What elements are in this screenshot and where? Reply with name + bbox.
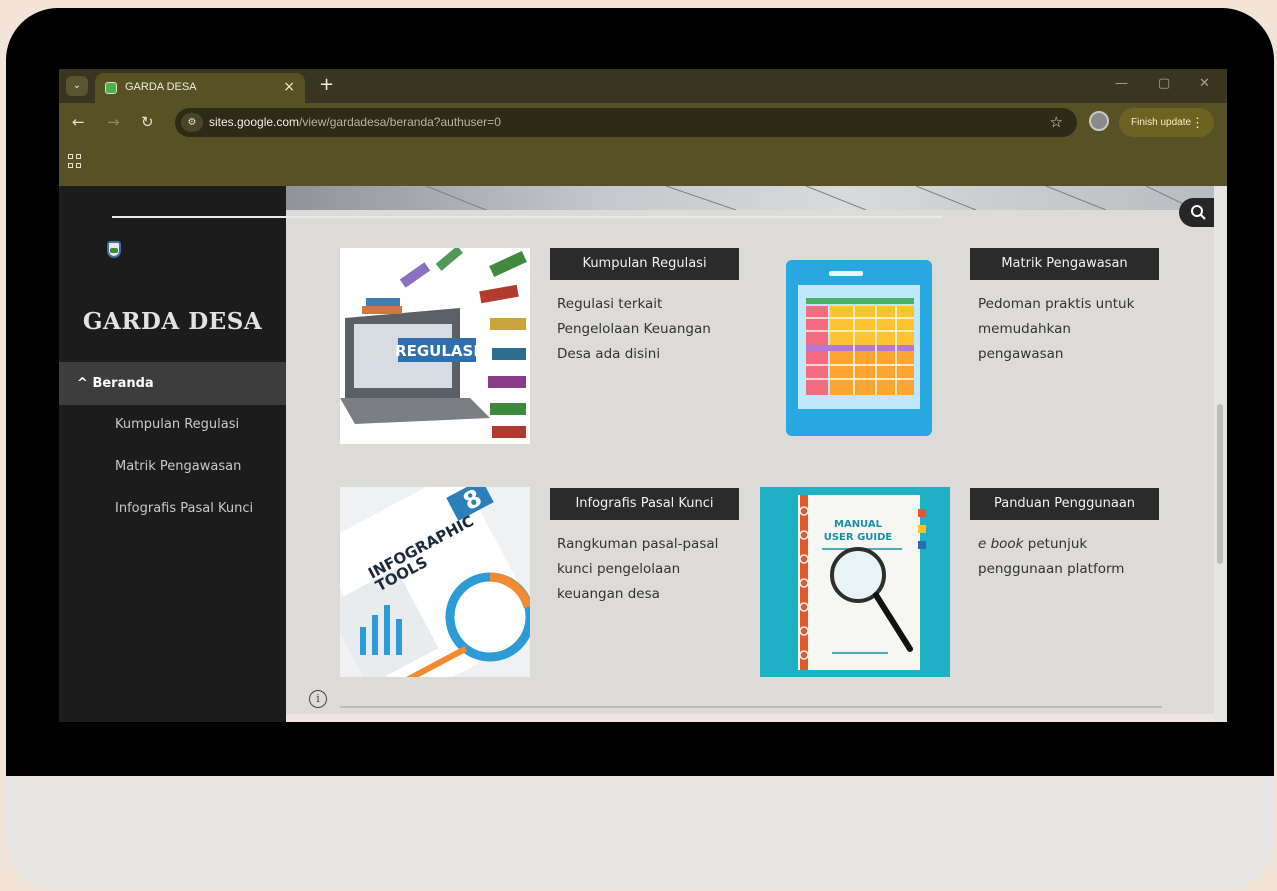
site-title[interactable]: GARDA DESA bbox=[59, 308, 286, 335]
site-info-icon[interactable]: ⚙ bbox=[181, 113, 203, 132]
scrollbar-thumb[interactable] bbox=[1217, 404, 1223, 564]
card-label-matrik-pengawasan[interactable]: Matrik Pengawasan bbox=[970, 248, 1159, 280]
panduan-illustration: MANUAL USER GUIDE bbox=[760, 487, 950, 677]
banner-lines bbox=[425, 186, 1197, 210]
card-label-infografis-pasal-kunci[interactable]: Infografis Pasal Kunci bbox=[550, 488, 739, 520]
card-label-panduan-penggunaan[interactable]: Panduan Penggunaan bbox=[970, 488, 1159, 520]
card-desc-infografis-pasal-kunci: Rangkuman pasal-pasal kunci pengelolaan … bbox=[557, 536, 719, 602]
tab-strip: ⌄ GARDA DESA × + — ▢ ✕ bbox=[59, 69, 1227, 103]
address-bar[interactable]: ⚙ sites.google.com/view/gardadesa/berand… bbox=[175, 108, 1077, 137]
new-tab-button[interactable]: + bbox=[319, 74, 334, 95]
ebook-emphasis: e book bbox=[978, 536, 1024, 552]
finish-update-button[interactable]: Finish update ⋮ bbox=[1119, 108, 1214, 137]
forward-icon[interactable]: → bbox=[107, 113, 120, 131]
footer-strip bbox=[286, 714, 1214, 722]
bookmarks-bar bbox=[59, 143, 1227, 186]
header-banner-image bbox=[286, 186, 1214, 210]
footer-divider bbox=[340, 706, 1162, 708]
infografis-illustration: INFOGRAPHIC TOOLS 8 bbox=[340, 487, 530, 683]
window-close-icon[interactable]: ✕ bbox=[1199, 76, 1210, 91]
back-icon[interactable]: ← bbox=[72, 113, 85, 131]
card-label-kumpulan-regulasi[interactable]: Kumpulan Regulasi bbox=[550, 248, 739, 280]
search-icon bbox=[1191, 205, 1206, 220]
nav-item-beranda-label: Beranda bbox=[92, 376, 154, 391]
maximize-icon[interactable]: ▢ bbox=[1158, 76, 1170, 91]
device-frame: ⌄ GARDA DESA × + — ▢ ✕ ← → ↻ ⚙ sites.goo… bbox=[6, 8, 1274, 890]
page-scrollbar[interactable] bbox=[1214, 186, 1227, 722]
matrik-image[interactable] bbox=[770, 248, 960, 444]
matrik-illustration bbox=[770, 248, 960, 444]
apps-icon[interactable] bbox=[68, 154, 82, 168]
nav-item-infografis-pasal-kunci[interactable]: Infografis Pasal Kunci bbox=[115, 501, 253, 516]
minimize-icon[interactable]: — bbox=[1115, 76, 1128, 91]
chevron-up-icon[interactable]: ^ bbox=[77, 376, 88, 391]
web-page: GARDA DESA ^ Beranda Kumpulan Regulasi M… bbox=[59, 186, 1227, 722]
divider bbox=[112, 216, 942, 218]
more-menu-icon[interactable]: ⋮ bbox=[1191, 108, 1204, 137]
nav-item-kumpulan-regulasi[interactable]: Kumpulan Regulasi bbox=[115, 417, 239, 432]
site-sidebar: GARDA DESA ^ Beranda Kumpulan Regulasi M… bbox=[59, 186, 286, 722]
regulasi-illustration: REGULASI bbox=[340, 248, 530, 444]
panduan-image-subtitle: USER GUIDE bbox=[824, 532, 893, 543]
nav-item-matrik-pengawasan[interactable]: Matrik Pengawasan bbox=[115, 459, 241, 474]
presentation-background: ⌄ GARDA DESA × + — ▢ ✕ ← → ↻ ⚙ sites.goo… bbox=[0, 0, 1277, 891]
card-desc-panduan-penggunaan: e book petunjuk penggunaan platform bbox=[978, 532, 1168, 582]
profile-icon[interactable] bbox=[1089, 111, 1109, 131]
star-icon[interactable]: ☆ bbox=[1050, 113, 1063, 131]
regulasi-image-text: REGULASI bbox=[395, 342, 479, 360]
panduan-image-title: MANUAL bbox=[834, 519, 883, 530]
browser-window: ⌄ GARDA DESA × + — ▢ ✕ ← → ↻ ⚙ sites.goo… bbox=[59, 69, 1227, 722]
info-icon[interactable]: i bbox=[309, 690, 327, 708]
site-logo[interactable] bbox=[107, 241, 121, 258]
tab-title: GARDA DESA bbox=[125, 81, 197, 93]
browser-toolbar: ← → ↻ ⚙ sites.google.com/view/gardadesa/… bbox=[59, 103, 1227, 143]
tab-list-icon[interactable]: ⌄ bbox=[66, 76, 88, 96]
nav-item-beranda[interactable]: ^ Beranda bbox=[59, 362, 286, 405]
url-text[interactable]: sites.google.com/view/gardadesa/beranda?… bbox=[209, 115, 501, 129]
infografis-image[interactable]: INFOGRAPHIC TOOLS 8 bbox=[340, 487, 530, 683]
panduan-image[interactable]: MANUAL USER GUIDE bbox=[760, 487, 950, 683]
reload-icon[interactable]: ↻ bbox=[141, 113, 154, 131]
card-desc-matrik-pengawasan: Pedoman praktis untuk memudahkan pengawa… bbox=[978, 296, 1135, 362]
card-desc-kumpulan-regulasi: Regulasi terkait Pengelolaan Keuangan De… bbox=[557, 296, 711, 362]
browser-tab[interactable]: GARDA DESA × bbox=[95, 73, 305, 103]
regulasi-image[interactable]: REGULASI bbox=[340, 248, 530, 444]
search-button[interactable] bbox=[1179, 198, 1219, 227]
tab-close-icon[interactable]: × bbox=[283, 79, 295, 95]
favicon-icon bbox=[105, 82, 117, 94]
